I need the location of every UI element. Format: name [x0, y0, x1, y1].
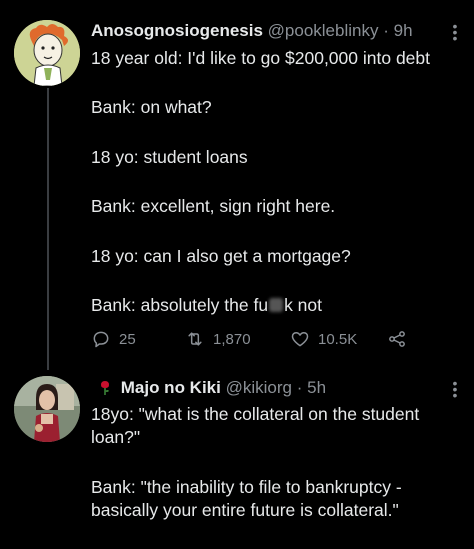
- tweet-text-line: 18 yo: student loans: [91, 147, 248, 167]
- like-button[interactable]: 10.5K: [290, 329, 357, 349]
- text-fragment: k not: [284, 295, 323, 315]
- reply-button[interactable]: 25: [91, 329, 136, 349]
- heart-icon: [291, 332, 309, 347]
- retweet-button[interactable]: 1,870: [185, 329, 251, 349]
- censor-blur: [269, 298, 284, 312]
- separator-dot: ·: [383, 21, 389, 40]
- display-name[interactable]: Majo no Kiki: [121, 378, 221, 397]
- avatar[interactable]: [14, 376, 80, 442]
- rose-icon: [101, 381, 109, 395]
- tweet-text-line: 18yo: "what is the collateral on the stu…: [91, 404, 420, 424]
- tweet-text-line: Bank: "the inability to file to bankrupt…: [91, 477, 402, 497]
- share-icon: [389, 331, 405, 347]
- more-options-icon[interactable]: • • •: [452, 19, 458, 45]
- user-handle[interactable]: @pookleblinky: [268, 21, 379, 40]
- retweet-count: 1,870: [213, 330, 251, 348]
- text-fragment: Bank: absolutely the fu: [91, 295, 269, 315]
- display-name[interactable]: Anosognosiogenesis: [91, 21, 263, 40]
- tweet-text-line: Bank: on what?: [91, 97, 212, 117]
- reply-count: 25: [119, 330, 136, 348]
- tweet-actions-bar: 25 1,870 10.5K: [91, 329, 421, 353]
- separator-dot: ·: [296, 378, 303, 397]
- thread-connector-line: [47, 88, 49, 370]
- retweet-icon: [188, 332, 202, 346]
- tweet-text-line: 18 yo: can I also get a mortgage?: [91, 246, 351, 266]
- share-button[interactable]: [387, 329, 407, 349]
- like-count: 10.5K: [318, 330, 358, 348]
- tweet-text-line: loan?": [91, 427, 141, 447]
- tweet-header: Majo no Kiki @kikiorg · 5h: [98, 378, 326, 398]
- tweet-text-line: basically your entire future is collater…: [91, 500, 399, 520]
- user-handle[interactable]: @kikiorg: [226, 378, 292, 397]
- timestamp[interactable]: 9h: [394, 21, 413, 40]
- reply-icon: [93, 331, 109, 348]
- avatar[interactable]: [14, 20, 80, 86]
- tweet-text-line-censored: Bank: absolutely the fu k not: [91, 294, 322, 317]
- timestamp[interactable]: 5h: [307, 378, 326, 397]
- photo-avatar-image: [14, 376, 80, 442]
- tweet-text-line: 18 year old: I'd like to go $200,000 int…: [91, 48, 431, 68]
- more-options-icon[interactable]: • • •: [452, 376, 458, 402]
- cartoon-avatar-image: [14, 20, 80, 86]
- tweet-text-line: Bank: excellent, sign right here.: [91, 196, 336, 216]
- tweet-header: Anosognosiogenesis @pookleblinky · 9h: [91, 21, 413, 41]
